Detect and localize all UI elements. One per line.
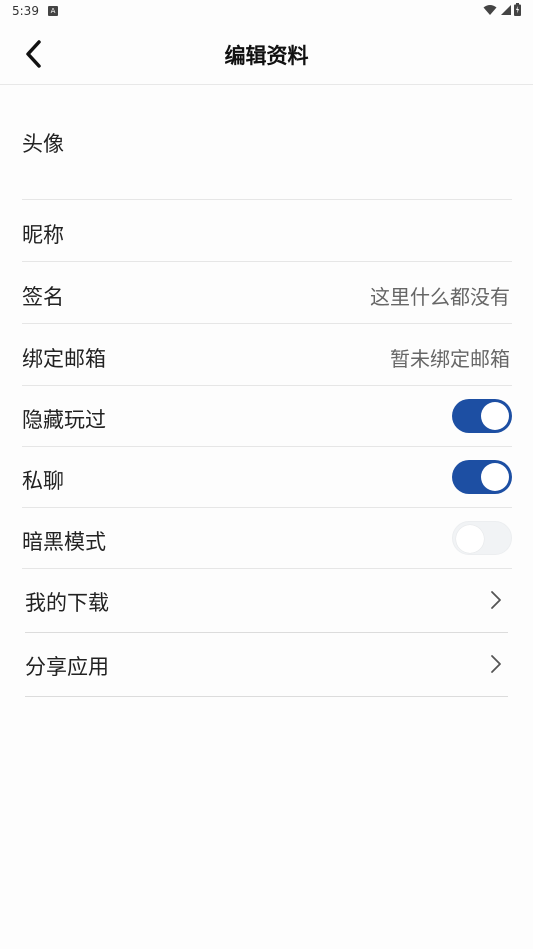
signature-value: 这里什么都没有 [370,285,510,309]
private-chat-label: 私聊 [22,469,64,493]
dark-mode-label: 暗黑模式 [22,530,106,554]
share-app-row[interactable]: 分享应用 [25,634,508,697]
status-time: 5:39 [12,4,39,18]
signature-row[interactable]: 签名 这里什么都没有 [22,262,512,324]
notification-icon: A [48,6,58,16]
toggle-knob [481,402,509,430]
dark-mode-row: 暗黑模式 [22,508,512,569]
hide-played-row: 隐藏玩过 [22,386,512,447]
page-title: 编辑资料 [224,44,309,68]
downloads-row[interactable]: 我的下载 [25,570,508,633]
app-bar: 编辑资料 [0,24,533,85]
dark-mode-toggle[interactable] [452,521,512,555]
email-value: 暂未绑定邮箱 [390,347,510,371]
hide-played-toggle[interactable] [452,399,512,433]
status-icons [483,3,521,16]
private-chat-toggle[interactable] [452,460,512,494]
chevron-right-icon [491,591,501,609]
chevron-right-icon [491,655,501,673]
battery-icon [514,3,521,16]
email-row[interactable]: 绑定邮箱 暂未绑定邮箱 [22,324,512,386]
hide-played-label: 隐藏玩过 [22,408,106,432]
email-label: 绑定邮箱 [22,347,106,371]
wifi-icon [483,4,497,15]
signature-label: 签名 [22,285,64,309]
nickname-row[interactable]: 昵称 [22,200,512,262]
share-app-label: 分享应用 [25,655,109,679]
nickname-label: 昵称 [22,223,64,247]
avatar-label: 头像 [22,132,64,156]
downloads-label: 我的下载 [25,591,109,615]
avatar-row[interactable]: 头像 [22,85,512,200]
status-bar: 5:39 A [0,0,533,24]
cellular-signal-icon [501,4,511,15]
private-chat-row: 私聊 [22,447,512,508]
toggle-knob [456,525,484,553]
toggle-knob [481,463,509,491]
